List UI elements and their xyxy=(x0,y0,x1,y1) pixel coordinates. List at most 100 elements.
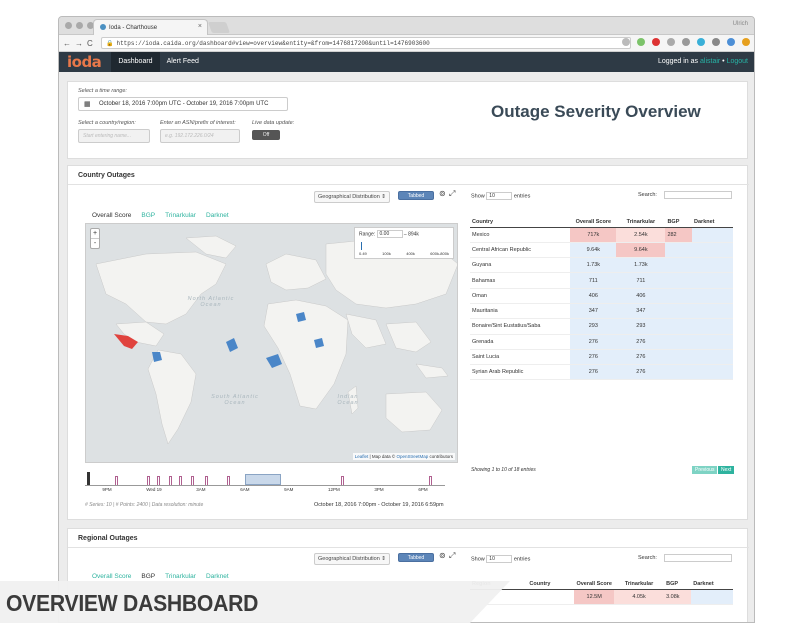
extension-green-icon[interactable] xyxy=(637,38,645,46)
leaflet-link[interactable]: Leaflet xyxy=(355,454,369,459)
range-legend: Range: 0.00 – 894k 0.49 100k 400k 600k-8… xyxy=(354,227,454,259)
range-max: 894k xyxy=(408,231,419,238)
nav-alert-feed[interactable]: Alert Feed xyxy=(160,52,206,72)
col-country[interactable]: Country xyxy=(470,205,571,228)
show-label: Show xyxy=(471,193,485,200)
col-trinarkular[interactable]: Trinarkular xyxy=(616,205,666,228)
show-label: Show xyxy=(471,556,485,563)
shield-icon[interactable] xyxy=(712,38,720,46)
fullscreen-icon[interactable]: ⤢ xyxy=(449,189,455,199)
col-darknet[interactable]: Darknet xyxy=(692,205,733,228)
cell-trinarkular: 1.73k xyxy=(616,257,666,274)
mauritania-outage[interactable] xyxy=(226,338,238,352)
block-icon[interactable] xyxy=(652,38,660,46)
col-bgp[interactable]: BGP xyxy=(664,567,692,590)
attribution-text: | Map data © xyxy=(368,454,397,459)
cell-overall: 276 xyxy=(570,364,617,381)
col-overall-score[interactable]: Overall Score xyxy=(570,205,617,228)
tab-bgp[interactable]: BGP xyxy=(141,573,155,580)
show-select[interactable]: 10 xyxy=(486,555,513,563)
cell-darknet xyxy=(691,589,733,605)
view-select[interactable]: Geographical Distribution ⇕ xyxy=(314,191,390,203)
user-link[interactable]: alistair xyxy=(700,58,720,65)
range-tick: 600k-800k xyxy=(430,251,449,256)
new-tab-button[interactable] xyxy=(207,22,231,33)
col-overall-score[interactable]: Overall Score xyxy=(574,567,614,590)
cell-overall: 9.64k xyxy=(570,242,617,259)
table-row[interactable]: Oman 406 406 xyxy=(470,288,733,304)
timeline-bar xyxy=(341,476,344,485)
zoom-in-button[interactable]: + xyxy=(91,229,99,239)
cell-trinarkular: 9.64k xyxy=(616,242,666,259)
col-darknet[interactable]: Darknet xyxy=(691,567,733,590)
settings-icon[interactable] xyxy=(682,38,690,46)
range-min-input[interactable]: 0.00 xyxy=(376,230,403,238)
show-select[interactable]: 10 xyxy=(486,192,513,200)
cast-icon[interactable] xyxy=(622,38,630,46)
timeline-handle[interactable] xyxy=(87,472,90,485)
app-navbar: ioda Dashboard Alert Feed Logged in as a… xyxy=(59,52,754,72)
time-range-input[interactable]: ▦ October 18, 2016 7:00pm UTC - October … xyxy=(78,97,288,111)
live-update-toggle[interactable]: Off xyxy=(252,130,280,140)
extension-blue-icon[interactable] xyxy=(697,38,705,46)
reload-icon[interactable]: C xyxy=(87,39,93,48)
url-text: https://ioda.caida.org/dashboard#view=ov… xyxy=(116,40,430,47)
table-row[interactable]: Mauritania 347 347 xyxy=(470,303,733,320)
table-row[interactable]: Central African Republic 9.64k 9.64k xyxy=(470,242,733,259)
camera-icon[interactable]: ⊚ xyxy=(439,189,446,198)
back-icon[interactable]: ← xyxy=(63,39,71,48)
tab-darknet[interactable]: Darknet xyxy=(206,573,229,580)
country-input[interactable]: Start entering name... xyxy=(78,129,150,143)
tabbed-switch[interactable]: Tabbed xyxy=(398,553,434,562)
table-row[interactable]: Bonaire/Sint Eustatius/Saba 293 293 xyxy=(470,318,733,335)
tab-overall-score[interactable]: Overall Score xyxy=(92,212,131,219)
table-row[interactable]: Syrian Arab Republic 276 276 xyxy=(470,364,733,381)
window-controls[interactable] xyxy=(65,22,94,29)
zoom-out-button[interactable]: - xyxy=(91,239,99,248)
country-table: Country Overall Score Trinarkular BGP Da… xyxy=(470,205,733,381)
cell-overall: 276 xyxy=(570,334,617,350)
timeline-selection[interactable] xyxy=(245,474,281,485)
view-select[interactable]: Geographical Distribution ⇕ xyxy=(314,553,390,565)
bird-icon[interactable] xyxy=(727,38,735,46)
outage-map[interactable]: North Atlantic Ocean South Atlantic Ocea… xyxy=(85,223,458,463)
tab-darknet[interactable]: Darknet xyxy=(206,212,229,219)
col-country[interactable]: Country xyxy=(527,567,575,590)
fullscreen-icon[interactable]: ⤢ xyxy=(449,551,455,561)
asn-input[interactable]: e.g. 192.172.226.0/24 xyxy=(160,129,240,143)
ioda-logo[interactable]: ioda xyxy=(67,53,102,71)
zoom-controls: + - xyxy=(90,228,100,249)
extension-gray-icon[interactable] xyxy=(667,38,675,46)
range-tick: 0.49 xyxy=(359,251,367,256)
close-tab-icon[interactable]: × xyxy=(198,23,202,30)
tab-bgp[interactable]: BGP xyxy=(141,212,155,219)
table-row[interactable]: Grenada 276 276 xyxy=(470,334,733,350)
search-input[interactable] xyxy=(664,191,732,199)
tabbed-switch[interactable]: Tabbed xyxy=(398,191,434,200)
previous-button[interactable]: Previous xyxy=(692,466,718,474)
table-row[interactable]: Saint Lucia 276 276 xyxy=(470,349,733,366)
cell-bgp xyxy=(665,242,693,259)
tab-trinarkular[interactable]: Trinarkular xyxy=(165,573,196,580)
timeline[interactable]: 9PM Wed 19 3AM 6AM 9AM 12PM 3PM 6PM xyxy=(85,470,458,494)
osm-link[interactable]: OpenStreetMap xyxy=(396,454,428,459)
search-input[interactable] xyxy=(664,554,732,562)
next-button[interactable]: Next xyxy=(718,466,735,474)
browser-tab[interactable]: Ioda - Charthouse × xyxy=(93,19,208,35)
extension-orange-icon[interactable] xyxy=(742,38,750,46)
forward-icon[interactable]: → xyxy=(75,39,83,48)
world-map xyxy=(95,235,457,445)
nav-dashboard[interactable]: Dashboard xyxy=(111,52,160,72)
table-row[interactable]: Bahamas 711 711 xyxy=(470,272,733,289)
tab-trinarkular[interactable]: Trinarkular xyxy=(165,212,196,219)
tab-overall-score[interactable]: Overall Score xyxy=(92,573,131,580)
camera-icon[interactable]: ⊚ xyxy=(439,551,446,560)
col-bgp[interactable]: BGP xyxy=(665,205,693,228)
url-input[interactable]: 🔒 https://ioda.caida.org/dashboard#view=o… xyxy=(101,37,631,49)
col-trinarkular[interactable]: Trinarkular xyxy=(614,567,665,590)
logout-link[interactable]: Logout xyxy=(727,58,748,65)
table-row[interactable]: Guyana 1.73k 1.73k xyxy=(470,257,733,274)
table-row[interactable]: Mexico 717k 2.54k 282 xyxy=(470,227,733,243)
cell-bgp xyxy=(665,303,693,320)
car-outage[interactable] xyxy=(266,354,282,368)
